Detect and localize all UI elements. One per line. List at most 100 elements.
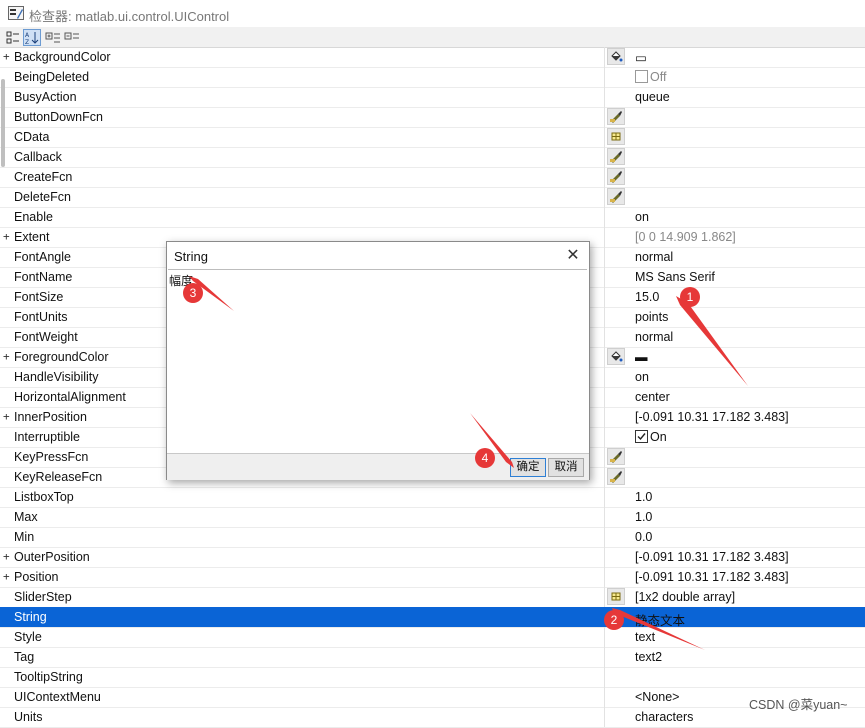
callback-edit-button[interactable] [607,448,625,465]
collapse-all-button[interactable] [63,29,81,46]
color-fill-button[interactable] [607,348,625,365]
column-divider[interactable] [604,207,605,227]
callback-edit-button[interactable] [607,188,625,205]
array-edit-button[interactable] [607,588,625,605]
property-row-deletefcn[interactable]: DeleteFcn [0,187,865,208]
property-value[interactable]: characters [635,710,693,724]
callback-edit-button[interactable] [607,148,625,165]
array-edit-button[interactable] [607,128,625,145]
property-row-min[interactable]: Min 0.0 [0,527,865,548]
property-value[interactable]: 15.0 [635,290,659,304]
checkbox-unchecked[interactable] [635,70,648,83]
property-row-buttondownfcn[interactable]: ButtonDownFcn [0,107,865,128]
property-value[interactable]: [0 0 14.909 1.862] [635,230,736,244]
column-divider[interactable] [604,147,605,167]
property-value[interactable]: normal [635,250,673,264]
column-divider[interactable] [604,87,605,107]
cancel-button[interactable]: 取消 [548,458,584,477]
column-divider[interactable] [604,287,605,307]
color-fill-button[interactable] [607,48,625,65]
sort-alphabetical-button[interactable]: A Z [23,29,41,46]
column-divider[interactable] [604,507,605,527]
property-row-style[interactable]: Style text [0,627,865,648]
property-value[interactable]: ▭ [635,50,647,65]
property-value[interactable]: 1.0 [635,510,652,524]
property-value[interactable]: [-0.091 10.31 17.182 3.483] [635,550,789,564]
property-row-callback[interactable]: Callback [0,147,865,168]
column-divider[interactable] [604,127,605,147]
column-divider[interactable] [604,387,605,407]
column-divider[interactable] [604,567,605,587]
property-row-uicontextmenu[interactable]: UIContextMenu <None> [0,687,865,708]
column-divider[interactable] [604,187,605,207]
property-row-string[interactable]: String 静态文本 [0,607,865,628]
column-divider[interactable] [604,247,605,267]
callback-edit-button[interactable] [607,468,625,485]
column-divider[interactable] [604,587,605,607]
property-value[interactable]: 1.0 [635,490,652,504]
property-value[interactable]: text [635,630,655,644]
property-row-busyaction[interactable]: BusyAction queue [0,87,865,108]
property-row-listboxtop[interactable]: ListboxTop 1.0 [0,487,865,508]
column-divider[interactable] [604,647,605,667]
property-value[interactable]: on [635,210,649,224]
column-divider[interactable] [604,527,605,547]
column-divider[interactable] [604,307,605,327]
property-row-backgroundcolor[interactable]: + BackgroundColor ▭ [0,47,865,68]
callback-edit-button[interactable] [607,108,625,125]
vertical-scrollbar[interactable] [0,47,6,718]
property-value[interactable]: [1x2 double array] [635,590,735,604]
column-divider[interactable] [604,227,605,247]
column-divider[interactable] [604,707,605,727]
property-value[interactable]: center [635,390,670,404]
property-row-enable[interactable]: Enable on [0,207,865,228]
sort-category-button[interactable] [4,29,22,46]
property-value[interactable]: 0.0 [635,530,652,544]
property-row-beingdeleted[interactable]: BeingDeleted Off [0,67,865,88]
property-value[interactable]: MS Sans Serif [635,270,715,284]
column-divider[interactable] [604,167,605,187]
column-divider[interactable] [604,107,605,127]
property-row-position[interactable]: + Position [-0.091 10.31 17.182 3.483] [0,567,865,588]
property-value[interactable]: normal [635,330,673,344]
column-divider[interactable] [604,407,605,427]
close-icon[interactable]: ✕ [562,245,584,267]
property-value[interactable]: queue [635,90,670,104]
column-divider[interactable] [604,627,605,647]
property-row-max[interactable]: Max 1.0 [0,507,865,528]
column-divider[interactable] [604,447,605,467]
property-value[interactable]: On [635,430,667,444]
property-value[interactable]: points [635,310,668,324]
column-divider[interactable] [604,267,605,287]
column-divider[interactable] [604,347,605,367]
column-divider[interactable] [604,487,605,507]
column-divider[interactable] [604,367,605,387]
property-value[interactable]: Off [635,70,666,84]
property-value[interactable]: on [635,370,649,384]
property-row-cdata[interactable]: CData [0,127,865,148]
callback-edit-button[interactable] [607,168,625,185]
column-divider[interactable] [604,667,605,687]
property-value[interactable]: text2 [635,650,662,664]
property-row-tooltipstring[interactable]: TooltipString [0,667,865,688]
column-divider[interactable] [604,47,605,67]
property-value[interactable]: [-0.091 10.31 17.182 3.483] [635,410,789,424]
column-divider[interactable] [604,687,605,707]
column-divider[interactable] [604,467,605,487]
property-row-createfcn[interactable]: CreateFcn [0,167,865,188]
property-row-tag[interactable]: Tag text2 [0,647,865,668]
checkbox-checked[interactable] [635,430,648,443]
string-text-area[interactable]: 幅度 [168,269,587,454]
property-row-outerposition[interactable]: + OuterPosition [-0.091 10.31 17.182 3.483… [0,547,865,568]
property-value[interactable]: ▬ [635,350,648,364]
property-value[interactable]: <None> [635,690,679,704]
column-divider[interactable] [604,427,605,447]
column-divider[interactable] [604,327,605,347]
scrollbar-thumb[interactable] [1,79,5,167]
column-divider[interactable] [604,547,605,567]
property-value[interactable]: [-0.091 10.31 17.182 3.483] [635,570,789,584]
ok-button[interactable]: 确定 [510,458,546,477]
expand-all-button[interactable] [44,29,62,46]
property-row-sliderstep[interactable]: SliderStep [1x2 double array] [0,587,865,608]
column-divider[interactable] [604,67,605,87]
